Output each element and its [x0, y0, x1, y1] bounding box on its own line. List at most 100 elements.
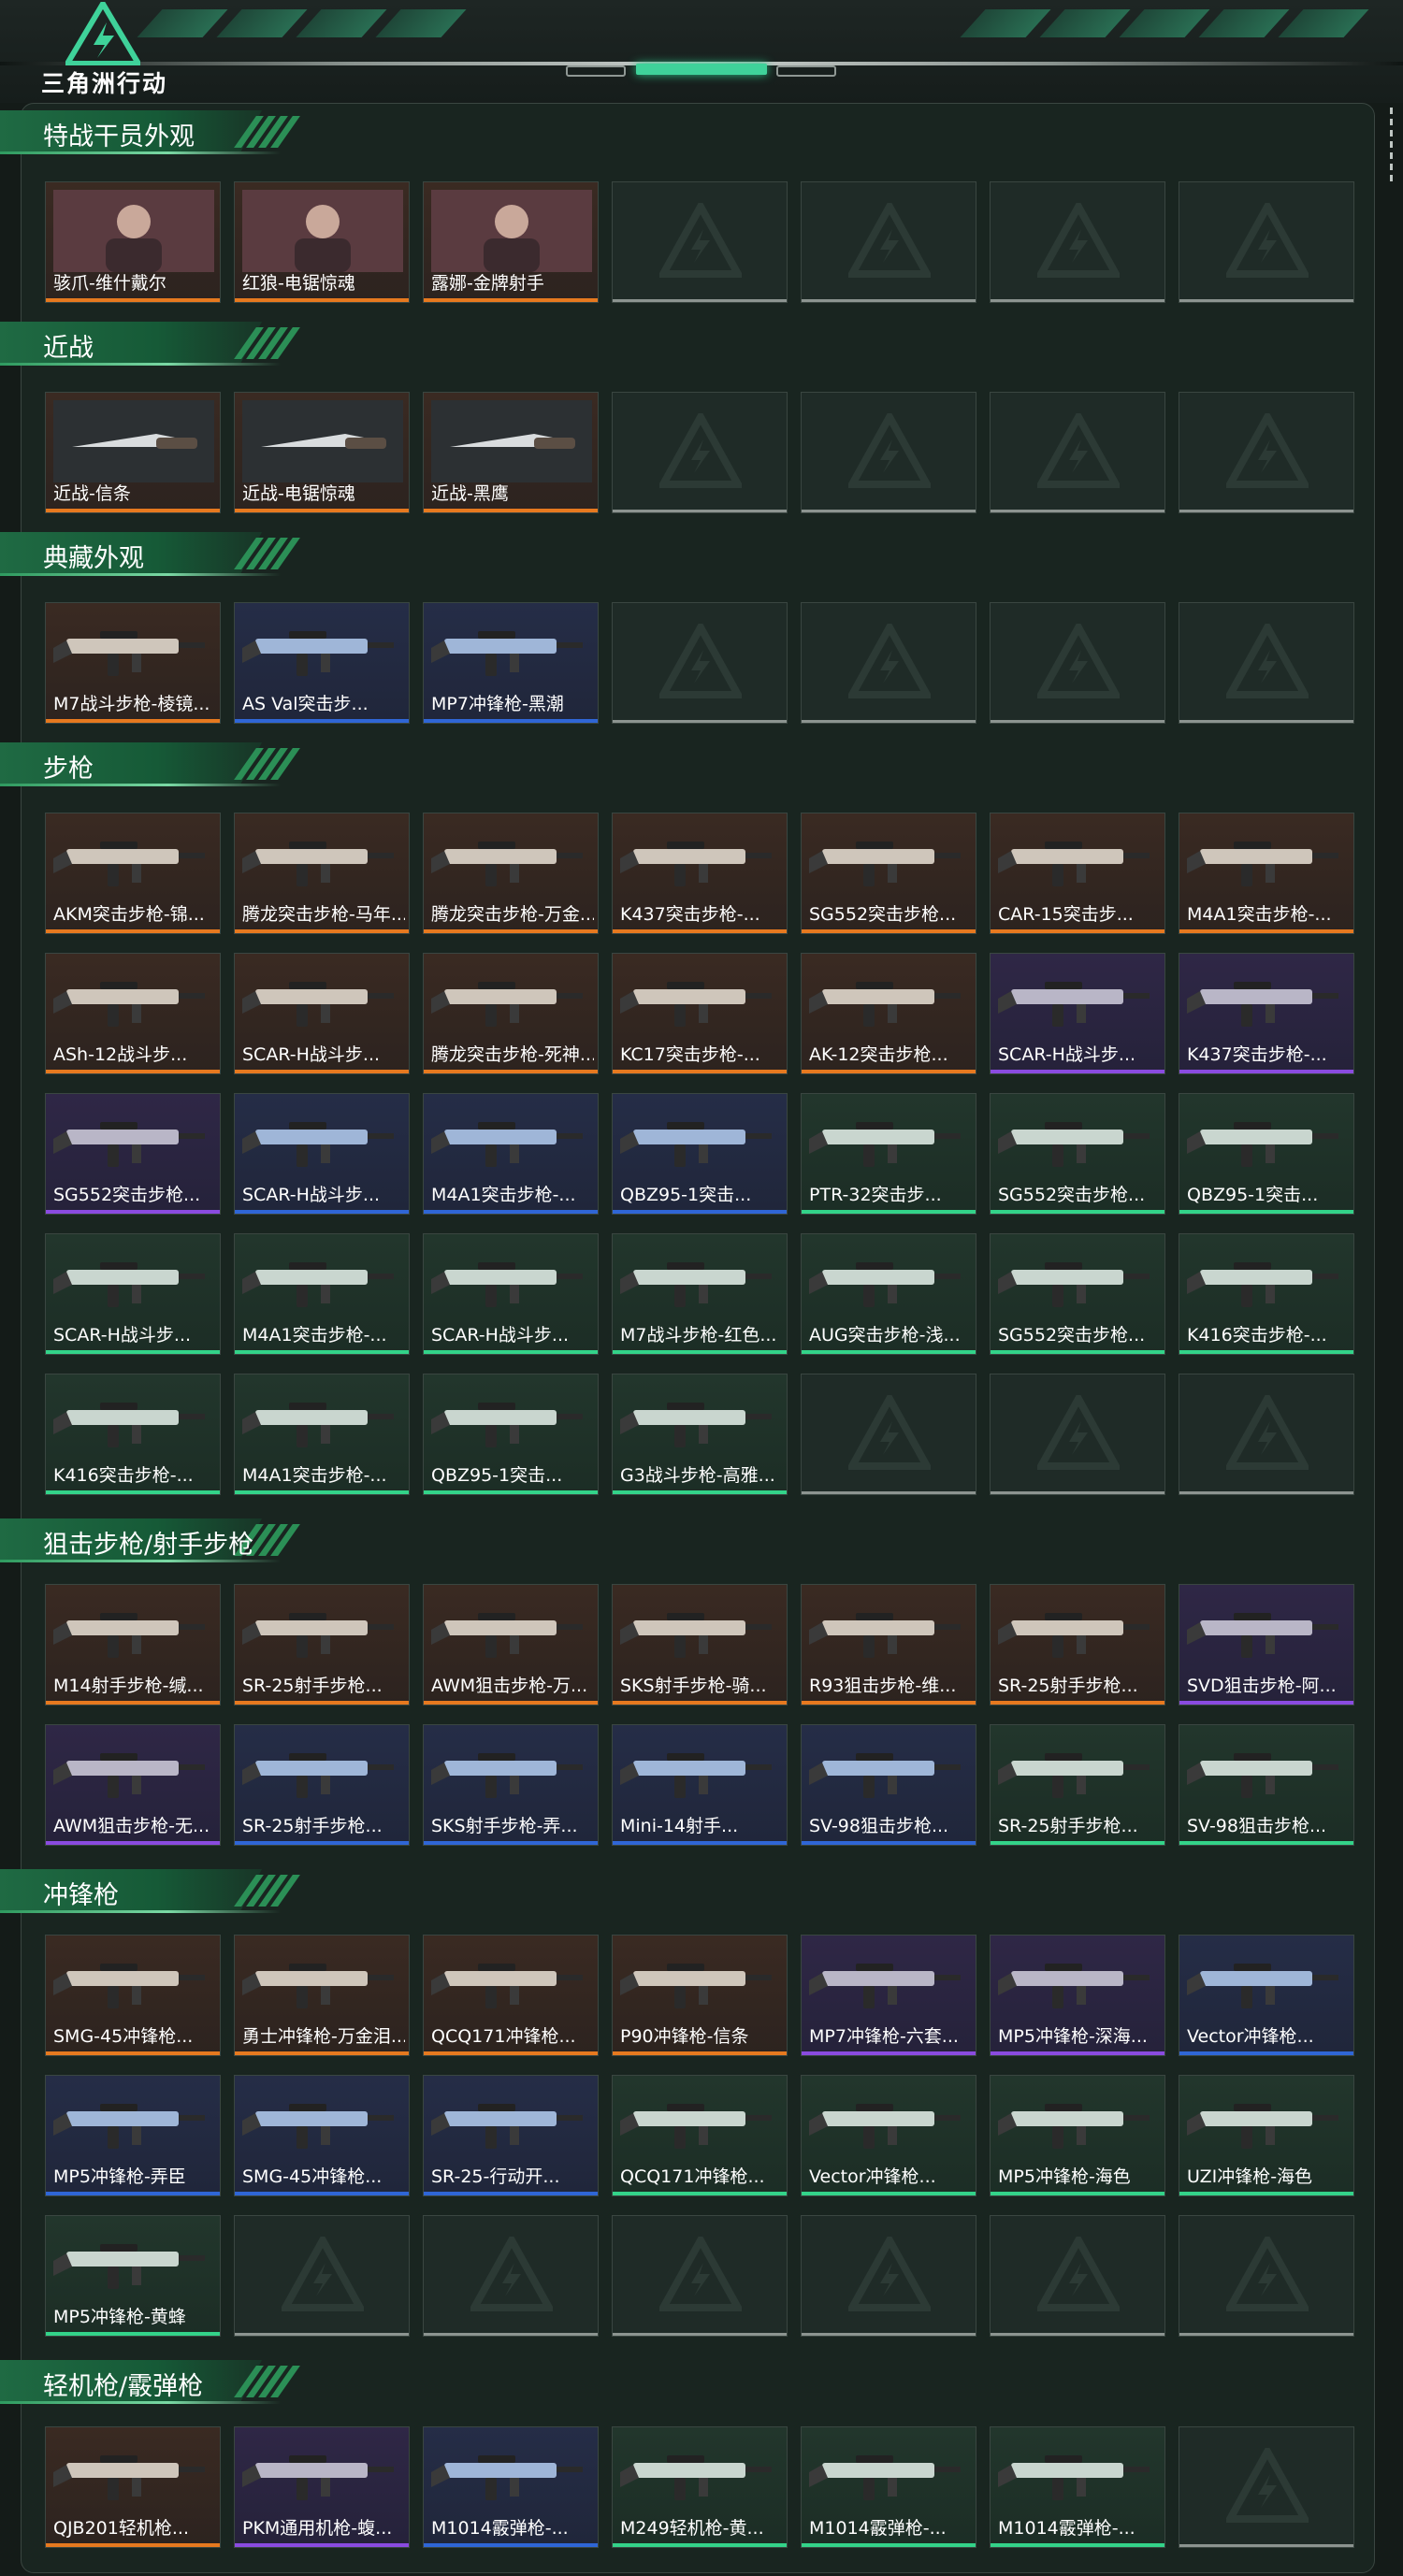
item-card[interactable]: SR-25射手步枪...: [990, 1724, 1165, 1846]
rarity-bar: [613, 2192, 787, 2195]
item-card[interactable]: K416突击步枪-...: [45, 1374, 221, 1495]
item-card[interactable]: AS Val突击步...: [234, 602, 410, 724]
item-card[interactable]: K437突击步枪-...: [612, 813, 788, 934]
item-card[interactable]: MP5冲锋枪-深海...: [990, 1935, 1165, 2056]
item-name: PKM通用机枪-蝮...: [242, 2518, 393, 2539]
item-card[interactable]: MP7冲锋枪-六套...: [801, 1935, 976, 2056]
item-card[interactable]: QCQ171冲锋枪...: [612, 2075, 788, 2196]
item-card[interactable]: QJB201轻机枪...: [45, 2426, 221, 2548]
item-card[interactable]: M1014霰弹枪-...: [990, 2426, 1165, 2548]
item-card[interactable]: M249轻机枪-黄...: [612, 2426, 788, 2548]
item-card[interactable]: MP5冲锋枪-海色: [990, 2075, 1165, 2196]
item-card[interactable]: QBZ95-1突击...: [612, 1093, 788, 1215]
item-card[interactable]: K416突击步枪-...: [1179, 1233, 1354, 1355]
empty-slot: [423, 2215, 599, 2337]
item-card[interactable]: AK-12突击步枪...: [801, 953, 976, 1074]
item-card[interactable]: SCAR-H战斗步...: [45, 1233, 221, 1355]
item-card[interactable]: Mini-14射手...: [612, 1724, 788, 1846]
item-card[interactable]: M4A1突击步枪-...: [234, 1374, 410, 1495]
item-card[interactable]: SKS射手步枪-骑...: [612, 1584, 788, 1705]
rarity-bar: [424, 509, 598, 512]
item-card[interactable]: SVD狙击步枪-阿...: [1179, 1584, 1354, 1705]
item-card[interactable]: SCAR-H战斗步...: [423, 1233, 599, 1355]
rarity-bar: [46, 509, 220, 512]
rarity-bar: [1179, 2192, 1353, 2195]
item-card[interactable]: PKM通用机枪-蝮...: [234, 2426, 410, 2548]
item-card[interactable]: SG552突击步枪...: [990, 1093, 1165, 1215]
gun-icon: [1187, 842, 1338, 886]
item-card[interactable]: K437突击步枪-...: [1179, 953, 1354, 1074]
item-card[interactable]: Vector冲锋枪...: [801, 2075, 976, 2196]
gun-icon: [1187, 2104, 1338, 2149]
item-card[interactable]: SMG-45冲锋枪...: [45, 1935, 221, 2056]
item-card[interactable]: PTR-32突击步...: [801, 1093, 976, 1215]
item-card[interactable]: SV-98狙击步枪...: [1179, 1724, 1354, 1846]
item-card[interactable]: UZI冲锋枪-海色: [1179, 2075, 1354, 2196]
item-card[interactable]: 近战-电锯惊魂: [234, 392, 410, 513]
item-card[interactable]: CAR-15突击步...: [990, 813, 1165, 934]
item-card[interactable]: SG552突击步枪...: [801, 813, 976, 934]
item-card[interactable]: SR-25-行动开...: [423, 2075, 599, 2196]
item-card[interactable]: 腾龙突击步枪-万金...: [423, 813, 599, 934]
item-card[interactable]: Vector冲锋枪...: [1179, 1935, 1354, 2056]
item-card[interactable]: MP5冲锋枪-弄臣: [45, 2075, 221, 2196]
gun-icon: [431, 1753, 583, 1798]
item-card[interactable]: SR-25射手步枪...: [234, 1584, 410, 1705]
item-card[interactable]: 近战-黑鹰: [423, 392, 599, 513]
header-stripe: [296, 9, 387, 37]
item-card[interactable]: SG552突击步枪...: [45, 1093, 221, 1215]
rarity-bar: [802, 1210, 976, 1214]
scrollbar[interactable]: [1390, 108, 1394, 186]
item-card[interactable]: M1014霰弹枪-...: [801, 2426, 976, 2548]
item-card[interactable]: ASh-12战斗步...: [45, 953, 221, 1074]
item-name: Vector冲锋枪...: [1187, 2026, 1314, 2047]
item-card[interactable]: G3战斗步枪-高雅...: [612, 1374, 788, 1495]
rarity-bar: [424, 1490, 598, 1494]
item-card[interactable]: KC17突击步枪-...: [612, 953, 788, 1074]
item-card[interactable]: QBZ95-1突击...: [423, 1374, 599, 1495]
item-card[interactable]: 骇爪-维什戴尔: [45, 181, 221, 303]
item-card[interactable]: MP5冲锋枪-黄蜂: [45, 2215, 221, 2337]
item-card[interactable]: M14射手步枪-缄...: [45, 1584, 221, 1705]
rarity-bar: [235, 2051, 409, 2055]
header-stripe: [1278, 9, 1369, 37]
item-card[interactable]: R93狙击步枪-维...: [801, 1584, 976, 1705]
item-card[interactable]: 近战-信条: [45, 392, 221, 513]
item-card[interactable]: SCAR-H战斗步...: [234, 953, 410, 1074]
item-card[interactable]: AWM狙击步枪-万...: [423, 1584, 599, 1705]
item-card[interactable]: P90冲锋枪-信条: [612, 1935, 788, 2056]
item-card[interactable]: MP7冲锋枪-黑潮: [423, 602, 599, 724]
item-card[interactable]: 腾龙突击步枪-马年...: [234, 813, 410, 934]
item-card[interactable]: M4A1突击步枪-...: [423, 1093, 599, 1215]
item-card[interactable]: M7战斗步枪-红色...: [612, 1233, 788, 1355]
item-card[interactable]: SKS射手步枪-弄...: [423, 1724, 599, 1846]
item-card[interactable]: AKM突击步枪-锦...: [45, 813, 221, 934]
item-card[interactable]: SMG-45冲锋枪...: [234, 2075, 410, 2196]
rarity-bar: [802, 929, 976, 933]
item-card[interactable]: 腾龙突击步枪-死神...: [423, 953, 599, 1074]
item-card[interactable]: M1014霰弹枪-...: [423, 2426, 599, 2548]
item-card[interactable]: M4A1突击步枪-...: [1179, 813, 1354, 934]
item-name: 腾龙突击步枪-死神...: [431, 1044, 594, 1065]
rarity-bar: [991, 2051, 1164, 2055]
empty-slot: [990, 181, 1165, 303]
item-card[interactable]: SV-98狙击步枪...: [801, 1724, 976, 1846]
item-card[interactable]: M7战斗步枪-棱镜...: [45, 602, 221, 724]
item-card[interactable]: QBZ95-1突击...: [1179, 1093, 1354, 1215]
item-card[interactable]: 红狼-电锯惊魂: [234, 181, 410, 303]
item-card[interactable]: QCQ171冲锋枪...: [423, 1935, 599, 2056]
item-card[interactable]: 勇士冲锋枪-万金泪...: [234, 1935, 410, 2056]
gun-icon: [431, 2455, 583, 2500]
item-card[interactable]: AWM狙击步枪-无...: [45, 1724, 221, 1846]
item-card[interactable]: SCAR-H战斗步...: [234, 1093, 410, 1215]
item-card[interactable]: AUG突击步枪-浅...: [801, 1233, 976, 1355]
placeholder-logo-icon: [848, 2237, 931, 2311]
item-card[interactable]: SG552突击步枪...: [990, 1233, 1165, 1355]
item-card[interactable]: 露娜-金牌射手: [423, 181, 599, 303]
item-card[interactable]: M4A1突击步枪-...: [234, 1233, 410, 1355]
item-name: M4A1突击步枪-...: [242, 1325, 387, 1346]
placeholder-logo-icon: [1037, 413, 1120, 488]
item-card[interactable]: SR-25射手步枪...: [234, 1724, 410, 1846]
item-card[interactable]: SCAR-H战斗步...: [990, 953, 1165, 1074]
item-card[interactable]: SR-25射手步枪...: [990, 1584, 1165, 1705]
